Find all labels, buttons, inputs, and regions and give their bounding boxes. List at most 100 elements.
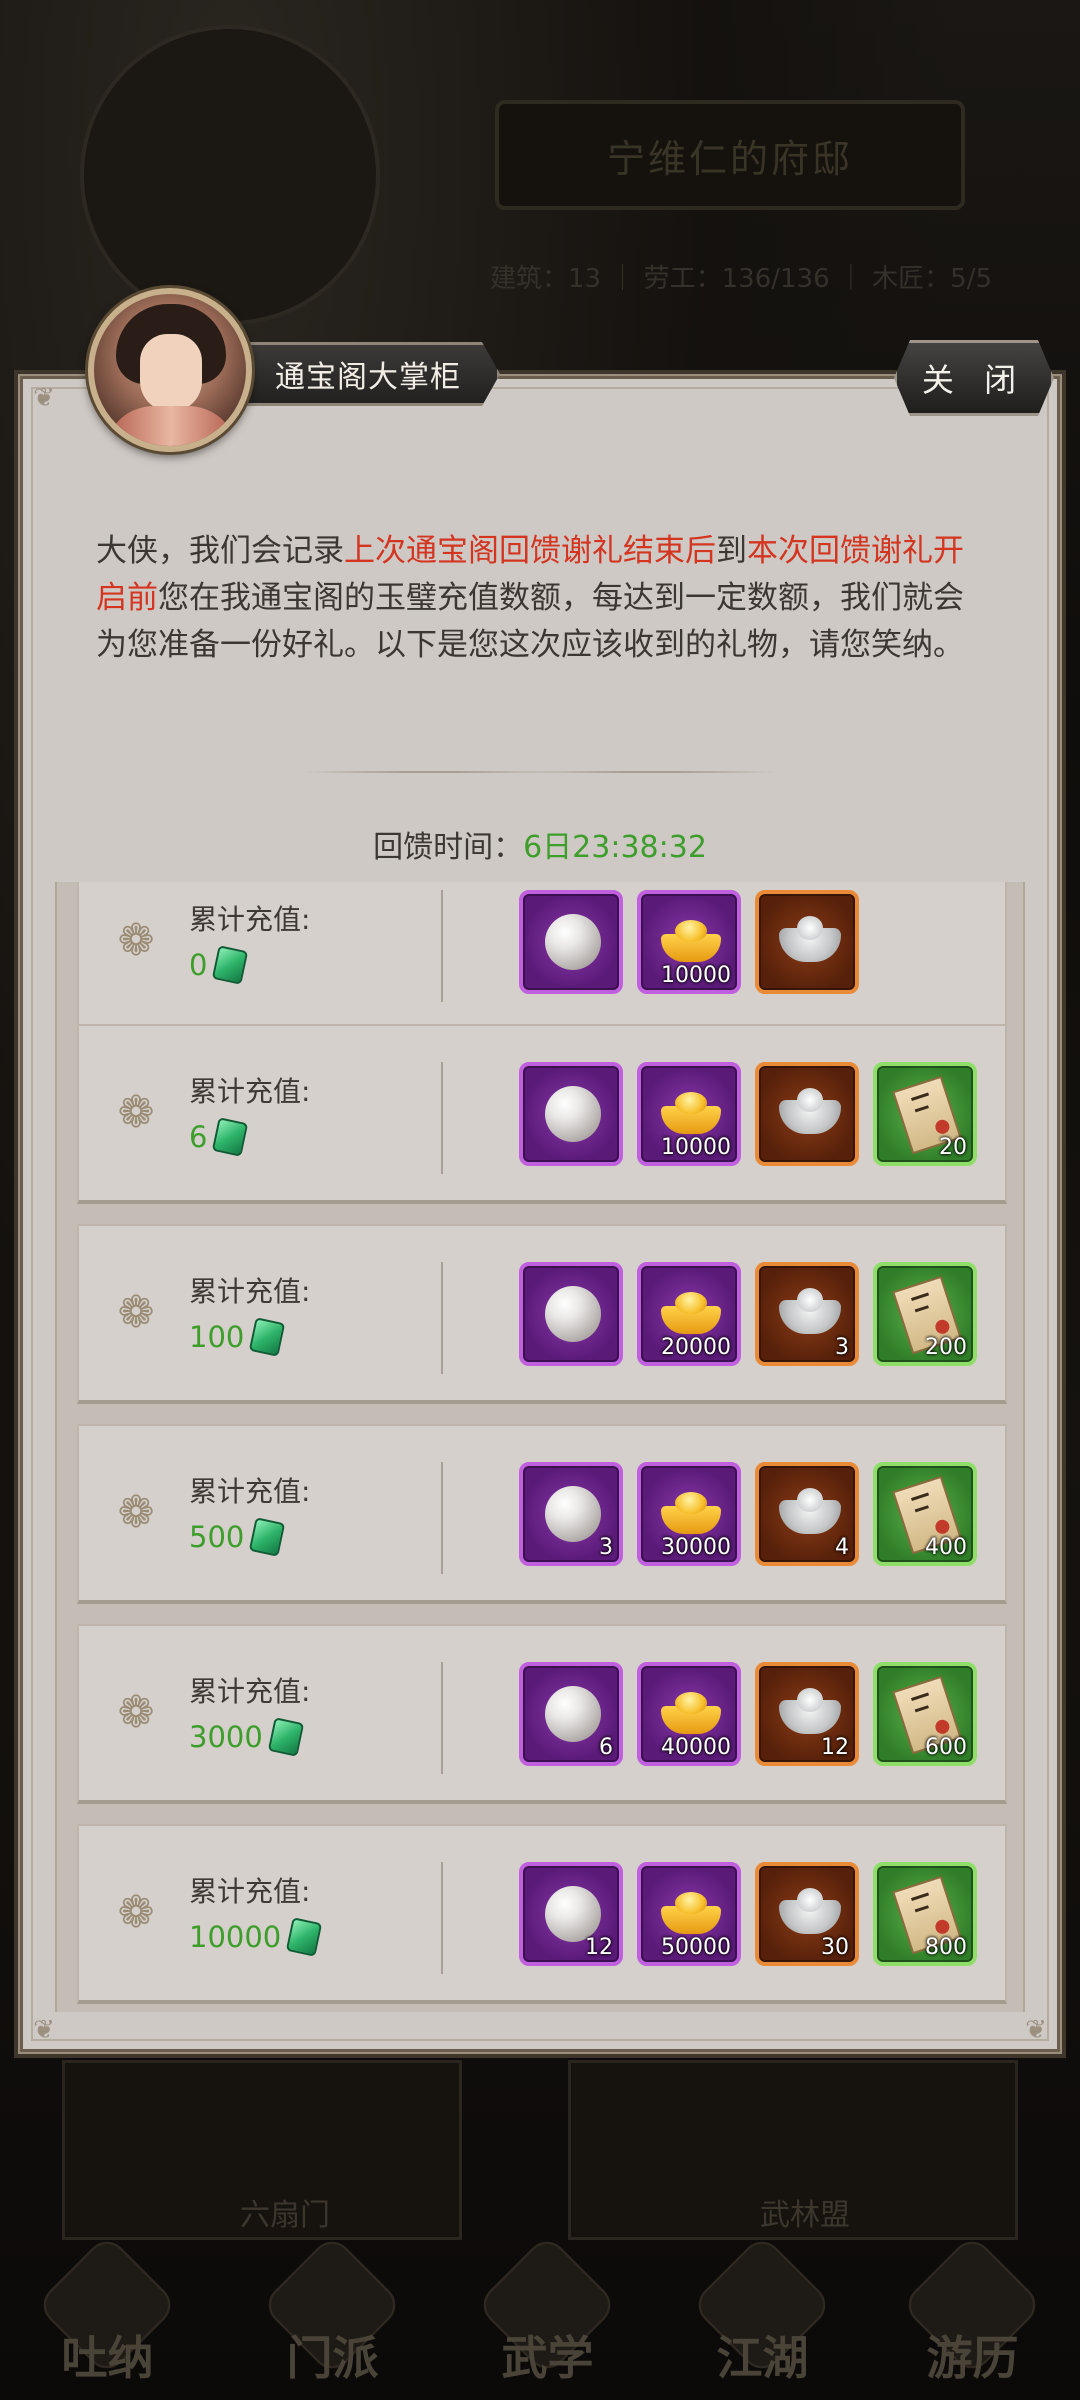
reward-item-count: 30 <box>821 1935 849 1960</box>
reward-item-count: 400 <box>925 1535 967 1560</box>
reward-tier-list[interactable]: ❁ 累计充值: 0 10000 ❁ 累计充值: 6 10000 20 ❁ 累计充值: 100 20000… <box>55 882 1025 2012</box>
gold-ingot-icon <box>657 1292 725 1334</box>
nav-travel: 游历 <box>885 2233 1060 2400</box>
tier-label: 累计充值: <box>189 1275 311 1308</box>
reward-timer: 回馈时间：6日23:38:32 <box>0 822 1080 866</box>
reward-item-count: 20 <box>939 1135 967 1160</box>
reward-item-letter[interactable]: 800 <box>873 1862 977 1966</box>
tier-amount: 500 <box>189 1517 286 1557</box>
timer-value: 6日23:38:32 <box>523 830 707 865</box>
reward-item-letter[interactable]: 400 <box>873 1462 977 1566</box>
reward-item-pearl[interactable] <box>519 1062 623 1166</box>
corner-ornament-icon: ❦ <box>33 2015 55 2045</box>
jade-currency-icon <box>249 1317 286 1357</box>
tier-reward-items: 12 50000 30 800 <box>519 1862 977 1966</box>
intro-text-part: 您在我通宝阁的玉璧充值数额，每达到一定数额，我们就会为您准备一份好礼。以下是您这… <box>96 580 964 663</box>
tier-separator <box>441 1062 443 1174</box>
residence-stats: 建筑：13 ｜ 劳工：136/136 ｜ 木匠：5/5 <box>490 264 992 294</box>
nav-jianghu: 江湖 <box>675 2233 850 2400</box>
silver-ingot-icon <box>779 1288 841 1334</box>
close-button[interactable]: 关 闭 <box>894 340 1054 416</box>
reward-item-pearl[interactable] <box>519 890 623 994</box>
reward-item-count: 3 <box>835 1335 849 1360</box>
tier-reward-items: 3 30000 4 400 <box>519 1462 977 1566</box>
reward-item-count: 30000 <box>661 1535 731 1560</box>
reward-item-count: 4 <box>835 1535 849 1560</box>
reward-item-letter[interactable]: 200 <box>873 1262 977 1366</box>
reward-item-count: 40000 <box>661 1735 731 1760</box>
tier-amount: 10000 <box>189 1917 323 1957</box>
flower-icon: ❁ <box>117 1687 155 1738</box>
reward-item-count: 12 <box>821 1735 849 1760</box>
silver-ingot-icon <box>779 916 841 962</box>
reward-item-gold-ingot[interactable]: 30000 <box>637 1462 741 1566</box>
tier-label: 累计充值: <box>189 1075 311 1108</box>
jade-currency-icon <box>212 945 249 985</box>
reward-item-gold-ingot[interactable]: 20000 <box>637 1262 741 1366</box>
tier-amount-value: 500 <box>189 1520 245 1554</box>
reward-item-silver-ingot[interactable]: 12 <box>755 1662 859 1766</box>
pearl-icon <box>545 1286 601 1342</box>
jade-currency-icon <box>286 1917 323 1957</box>
intro-text-part: 到 <box>716 533 747 569</box>
intro-text-part: 大侠，我们会记录 <box>96 533 344 569</box>
flower-icon: ❁ <box>117 915 155 966</box>
corner-ornament-icon: ❦ <box>1025 2015 1047 2045</box>
tier-separator <box>441 1862 443 1974</box>
silver-ingot-icon <box>779 1488 841 1534</box>
nav-martial-arts: 武学 <box>460 2233 635 2400</box>
pearl-icon <box>545 1886 601 1942</box>
silver-ingot-icon <box>779 1888 841 1934</box>
pearl-icon <box>545 1686 601 1742</box>
residence-title: 宁维仁的府邸 <box>495 100 965 210</box>
tier-separator <box>441 890 443 1002</box>
reward-item-count: 200 <box>925 1335 967 1360</box>
tier-label: 累计充值: <box>189 1475 311 1508</box>
reward-item-silver-ingot[interactable] <box>755 890 859 994</box>
reward-item-gold-ingot[interactable]: 10000 <box>637 890 741 994</box>
jade-currency-icon <box>249 1517 286 1557</box>
reward-tier-row: ❁ 累计充值: 0 10000 <box>77 882 1007 1032</box>
pearl-icon <box>545 914 601 970</box>
background-panel-label-right: 武林盟 <box>760 2198 850 2233</box>
tier-separator <box>441 1462 443 1574</box>
reward-item-silver-ingot[interactable]: 4 <box>755 1462 859 1566</box>
tier-separator <box>441 1662 443 1774</box>
silver-ingot-icon <box>779 1088 841 1134</box>
reward-item-pearl[interactable] <box>519 1262 623 1366</box>
silver-ingot-icon <box>779 1688 841 1734</box>
pearl-icon <box>545 1486 601 1542</box>
tier-label: 累计充值: <box>189 1675 311 1708</box>
tier-amount: 0 <box>189 945 249 985</box>
gold-ingot-icon <box>657 1892 725 1934</box>
jade-currency-icon <box>212 1117 249 1157</box>
reward-item-silver-ingot[interactable] <box>755 1062 859 1166</box>
reward-item-pearl[interactable]: 12 <box>519 1862 623 1966</box>
reward-item-silver-ingot[interactable]: 3 <box>755 1262 859 1366</box>
reward-item-silver-ingot[interactable]: 30 <box>755 1862 859 1966</box>
reward-item-gold-ingot[interactable]: 50000 <box>637 1862 741 1966</box>
jade-currency-icon <box>267 1717 305 1757</box>
tier-amount: 100 <box>189 1317 286 1357</box>
reward-item-letter[interactable]: 600 <box>873 1662 977 1766</box>
tier-amount-value: 0 <box>189 948 208 982</box>
reward-item-count: 20000 <box>661 1335 731 1360</box>
reward-item-gold-ingot[interactable]: 40000 <box>637 1662 741 1766</box>
reward-item-letter[interactable]: 20 <box>873 1062 977 1166</box>
intro-highlight-text: 上次通宝阁回馈谢礼结束后 <box>344 533 716 569</box>
reward-item-pearl[interactable]: 3 <box>519 1462 623 1566</box>
reward-tier-row: ❁ 累计充值: 100 20000 3 200 <box>77 1224 1007 1404</box>
flower-icon: ❁ <box>117 1287 155 1338</box>
reward-item-count: 12 <box>585 1935 613 1960</box>
pearl-icon <box>545 1086 601 1142</box>
intro-text: 大侠，我们会记录上次通宝阁回馈谢礼结束后到本次回馈谢礼开启前您在我通宝阁的玉璧充… <box>96 528 986 669</box>
tier-reward-items: 20000 3 200 <box>519 1262 977 1366</box>
reward-item-pearl[interactable]: 6 <box>519 1662 623 1766</box>
reward-item-gold-ingot[interactable]: 10000 <box>637 1062 741 1166</box>
tier-reward-items: 10000 20 <box>519 1062 977 1166</box>
reward-item-count: 6 <box>599 1735 613 1760</box>
reward-item-count: 800 <box>925 1935 967 1960</box>
shopkeeper-portrait-avatar <box>88 288 252 452</box>
tier-reward-items: 10000 <box>519 890 859 994</box>
flower-icon: ❁ <box>117 1487 155 1538</box>
